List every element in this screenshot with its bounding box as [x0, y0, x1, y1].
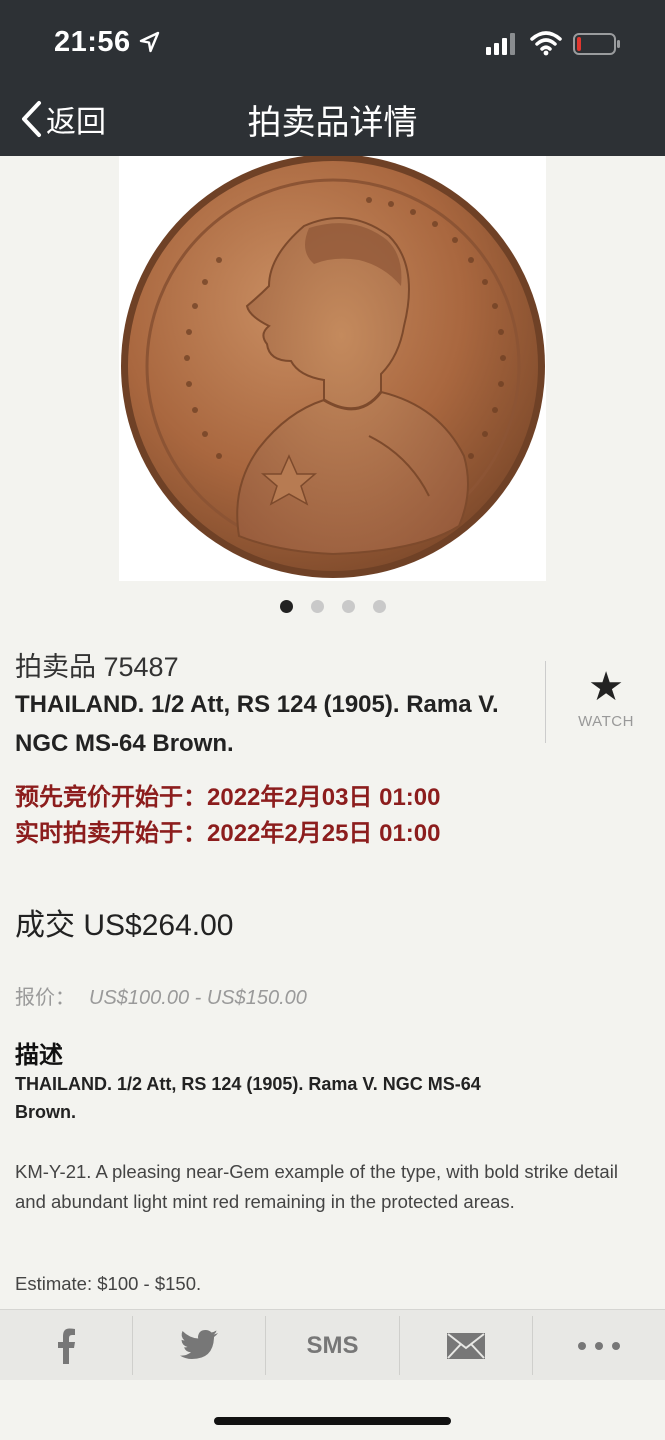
watch-label: WATCH	[578, 713, 634, 730]
description-heading: 描述	[15, 1042, 63, 1069]
estimate-row: 报价： US$100.00 - US$150.00	[15, 981, 307, 1010]
twitter-bird-icon	[180, 1329, 219, 1359]
auction-dates: 预先竞价开始于：2022年2月03日 01:00 实时拍卖开始于：2022年2月…	[15, 780, 440, 852]
email-share-button[interactable]	[400, 1316, 533, 1375]
gallery-dot-3[interactable]	[341, 600, 355, 613]
more-dots-icon	[577, 1341, 620, 1350]
description-body: KM-Y-21. A pleasing near-Gem example of …	[15, 1161, 618, 1212]
sms-share-button[interactable]: SMS	[266, 1316, 400, 1375]
coin-photo	[121, 154, 545, 578]
cellular-signal-icon	[486, 33, 515, 55]
envelope-icon	[446, 1332, 485, 1359]
location-arrow-icon	[139, 31, 160, 53]
description-estimate: Estimate: $100 - $150.	[15, 1273, 202, 1294]
home-indicator[interactable]	[214, 1417, 451, 1425]
gallery-page-indicator[interactable]	[0, 600, 665, 616]
watch-button[interactable]: ★ WATCH	[545, 661, 665, 743]
lot-title: THAILAND. 1/2 Att, RS 124 (1905). Rama V…	[15, 691, 499, 757]
more-options-button[interactable]	[533, 1316, 665, 1375]
estimate-value: US$100.00 - US$150.00	[89, 987, 307, 1009]
star-icon: ★	[588, 665, 624, 709]
facebook-icon	[58, 1328, 76, 1364]
battery-low-icon	[573, 33, 620, 55]
status-time: 21:56	[54, 26, 131, 58]
description-title: THAILAND. 1/2 Att, RS 124 (1905). Rama V…	[15, 1074, 481, 1122]
nav-bar: 返回 拍卖品详情	[0, 85, 665, 156]
facebook-share-button[interactable]	[0, 1316, 134, 1375]
gallery-dot-1[interactable]	[279, 600, 293, 613]
live-auction-start-date: 实时拍卖开始于：2022年2月25日 01:00	[15, 820, 441, 847]
bottom-safe-area	[0, 1380, 665, 1440]
gallery-dot-4[interactable]	[372, 600, 386, 613]
lot-number: 拍卖品 75487	[15, 652, 179, 682]
gallery-dot-2[interactable]	[310, 600, 324, 613]
wifi-icon	[530, 31, 562, 56]
page-title: 拍卖品详情	[247, 104, 418, 142]
lot-image-gallery[interactable]	[0, 154, 665, 594]
twitter-share-button[interactable]	[133, 1316, 267, 1375]
status-bar: 21:56	[0, 0, 665, 85]
sold-price: 成交 US$264.00	[15, 909, 234, 942]
coin-image[interactable]	[119, 154, 546, 581]
share-bar: SMS	[0, 1309, 665, 1381]
estimate-label: 报价：	[15, 987, 75, 1009]
presale-start-date: 预先竞价开始于：2022年2月03日 01:00	[15, 784, 441, 811]
sms-label: SMS	[306, 1331, 359, 1359]
